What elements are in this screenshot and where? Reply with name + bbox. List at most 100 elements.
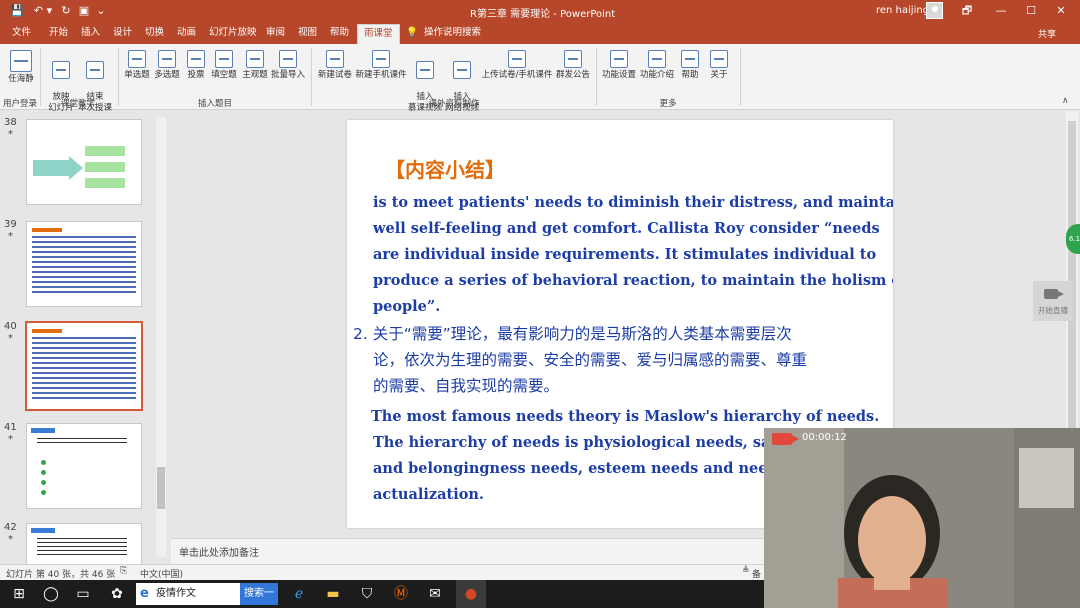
feature-intro-button[interactable]: 功能介绍 <box>638 50 676 81</box>
start-live-button[interactable]: 开始直播 <box>1033 281 1073 321</box>
option-dot <box>41 470 46 475</box>
thumb-tag <box>31 528 55 533</box>
share-button[interactable]: 共享 <box>1038 27 1056 40</box>
checklist-icon <box>246 50 264 68</box>
slide-heading: 【内容小结】 <box>385 158 505 182</box>
tell-me-search[interactable]: 操作说明搜索 <box>424 26 481 42</box>
multi-choice-label: 多选题 <box>154 70 180 80</box>
ribbon-display-icon[interactable]: 🗗 <box>957 3 977 19</box>
save-icon[interactable]: 💾 <box>8 4 26 18</box>
slide-thumbnail-38[interactable] <box>26 119 142 205</box>
floating-assistant-widget[interactable]: 6.1 <box>1066 224 1080 254</box>
edge-icon[interactable]: ℯ <box>284 580 314 608</box>
webcam-overlay[interactable]: 00:00:12 <box>764 428 1080 608</box>
user-icon <box>10 50 32 72</box>
gear-icon <box>610 50 628 68</box>
close-button[interactable]: ✕ <box>1051 3 1071 19</box>
slide-text-line: 2. 关于“需要”理论，最有影响力的是马斯洛的人类基本需要层次 <box>353 325 792 343</box>
customize-qat-icon[interactable]: ⌄ <box>94 4 108 18</box>
slide-thumbnail-39[interactable] <box>26 221 142 307</box>
slide-number: 38 <box>4 117 17 128</box>
tab-rain-classroom[interactable]: 雨课堂 <box>357 24 400 44</box>
undo-icon[interactable]: ↶ ▾ <box>30 4 56 18</box>
new-exam-button[interactable]: 新建试卷 <box>316 50 354 81</box>
user-login-button[interactable]: 任海静 <box>4 50 38 85</box>
search-button[interactable]: 搜索一下 <box>240 583 278 605</box>
tab-home[interactable]: 开始 <box>49 26 68 42</box>
help-button[interactable]: 帮助 <box>677 50 703 81</box>
ribbon: 任海静 用户登录 放映 幻灯片 结束 本次授课 课堂教学 单选题 多选题 投票 … <box>0 44 1080 113</box>
file-explorer-icon[interactable]: ▬ <box>318 580 348 608</box>
new-document-icon <box>326 50 344 68</box>
spellcheck-icon[interactable]: ⎘ <box>120 566 127 576</box>
avatar[interactable] <box>926 2 943 19</box>
start-live-label: 开始直播 <box>1038 306 1068 315</box>
notes-placeholder: 单击此处添加备注 <box>179 548 259 559</box>
single-choice-button[interactable]: 单选题 <box>122 50 152 81</box>
settings-button[interactable]: 功能设置 <box>600 50 638 81</box>
globe-icon <box>564 50 582 68</box>
tab-design[interactable]: 设计 <box>113 26 132 42</box>
mooc-icon <box>416 61 434 79</box>
letter-a-icon <box>215 50 233 68</box>
tab-transitions[interactable]: 切换 <box>145 26 164 42</box>
slide-thumbnail-40[interactable] <box>25 321 143 411</box>
fill-blank-button[interactable]: 填空题 <box>210 50 238 81</box>
slide-number: 42 <box>4 522 17 533</box>
user-name[interactable]: ren haijing <box>876 5 929 16</box>
multi-choice-button[interactable]: 多选题 <box>152 50 182 81</box>
webcam-feed <box>764 428 1080 608</box>
about-button[interactable]: 关于 <box>706 50 732 81</box>
vote-button[interactable]: 投票 <box>183 50 209 81</box>
redo-icon[interactable]: ↻ <box>58 4 74 18</box>
present-icon[interactable]: ▣ <box>76 4 92 18</box>
windows-start-icon[interactable]: ⊞ <box>4 580 34 608</box>
minimize-button[interactable]: — <box>991 3 1011 19</box>
slide-text-line: The most famous needs theory is Maslow's… <box>371 408 880 425</box>
collapse-ribbon-icon[interactable]: ∧ <box>1062 96 1069 106</box>
play-icon <box>52 61 70 79</box>
slide-number: 39 <box>4 219 17 230</box>
notes-toggle-icon[interactable]: ≜ <box>742 566 750 576</box>
tab-review[interactable]: 审阅 <box>266 26 285 42</box>
fill-blank-label: 填空题 <box>211 70 237 80</box>
slide-thumbnail-41[interactable] <box>26 423 142 509</box>
maximize-button[interactable]: ☐ <box>1021 3 1041 19</box>
store-icon[interactable]: ⛉ <box>352 580 382 608</box>
task-view-icon[interactable]: ▭ <box>68 580 98 608</box>
language-status[interactable]: 中文(中国) <box>140 567 183 580</box>
slide-animation-marker: * <box>8 231 13 242</box>
vote-label: 投票 <box>187 70 205 80</box>
powerpoint-taskbar-icon[interactable]: ● <box>456 580 486 608</box>
thumb-heading <box>32 329 62 333</box>
cortana-icon[interactable]: ◯ <box>36 580 66 608</box>
about-icon <box>710 50 728 68</box>
announcement-button[interactable]: 群发公告 <box>554 50 592 81</box>
tab-slideshow[interactable]: 幻灯片放映 <box>209 26 257 42</box>
tab-help[interactable]: 帮助 <box>330 26 349 42</box>
slide-thumbnail-42[interactable] <box>26 523 142 565</box>
option-dot <box>41 460 46 465</box>
batch-import-button[interactable]: 批量导入 <box>270 50 306 81</box>
mi-icon[interactable]: Ⓜ <box>386 580 416 608</box>
slide-animation-marker: * <box>8 129 13 140</box>
upload-button[interactable]: 上传试卷/手机课件 <box>481 50 553 81</box>
tab-insert[interactable]: 插入 <box>81 26 100 42</box>
tab-view[interactable]: 视图 <box>298 26 317 42</box>
new-mobile-courseware-button[interactable]: 新建手机课件 <box>354 50 408 81</box>
scrollbar-thumb[interactable] <box>157 467 165 509</box>
slide-number: 40 <box>4 321 17 332</box>
recording-timer: 00:00:12 <box>802 432 847 443</box>
taskbar-search-box[interactable]: e 疫情作文 <box>136 583 240 605</box>
thumbnail-scrollbar[interactable] <box>156 117 166 557</box>
app-icon[interactable]: ✿ <box>102 580 132 608</box>
thumb-question <box>37 538 127 558</box>
subjective-button[interactable]: 主观题 <box>240 50 270 81</box>
mail-icon[interactable]: ✉ <box>420 580 450 608</box>
tab-animations[interactable]: 动画 <box>177 26 196 42</box>
notes-toggle-label[interactable]: 备 <box>752 567 761 580</box>
slide-number: 41 <box>4 422 17 433</box>
slide-text-line: The hierarchy of needs is physiological … <box>373 434 802 451</box>
single-choice-icon <box>128 50 146 68</box>
tab-file[interactable]: 文件 <box>12 26 31 42</box>
